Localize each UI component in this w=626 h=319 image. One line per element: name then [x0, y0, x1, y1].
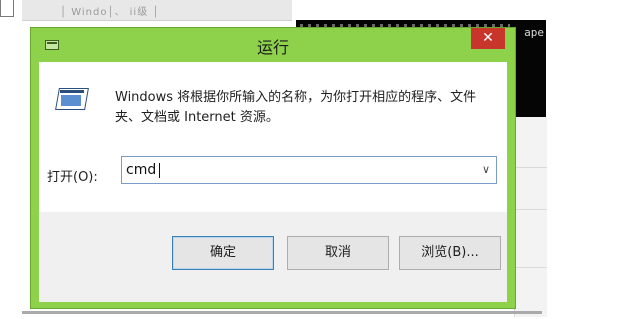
run-icon-bar — [60, 90, 84, 93]
dialog-body: Windows 将根据你所输入的名称，为你打开相应的程序、文件夹、文档或 Int… — [39, 62, 507, 302]
panel-divider — [515, 209, 547, 210]
run-dialog: 运行 ✕ Windows 将根据你所输入的名称，为你打开相应的程序、文件夹、文档… — [30, 27, 516, 309]
background-bottom-bar — [22, 311, 542, 314]
dialog-titlebar[interactable]: 运行 ✕ — [31, 28, 515, 62]
close-icon: ✕ — [482, 30, 494, 46]
dialog-content-area: Windows 将根据你所输入的名称，为你打开相应的程序、文件夹、文档或 Int… — [39, 62, 507, 212]
background-blur-text: │ Windo│、 ii级 │ — [60, 7, 160, 18]
close-button[interactable]: ✕ — [471, 28, 505, 49]
ok-button[interactable]: 确定 — [172, 236, 274, 270]
dialog-description: Windows 将根据你所输入的名称，为你打开相应的程序、文件夹、文档或 Int… — [115, 90, 477, 125]
run-program-icon — [55, 88, 89, 110]
panel-divider — [515, 167, 547, 168]
dialog-title: 运行 — [256, 38, 289, 57]
terminal-text: ape — [524, 26, 544, 39]
background-window-fragment — [0, 0, 14, 17]
browse-button[interactable]: 浏览(B)... — [399, 236, 501, 270]
panel-divider — [515, 267, 547, 268]
run-icon-screen — [61, 95, 81, 106]
chevron-down-icon[interactable]: ∨ — [482, 163, 490, 176]
open-label: 打开(O): — [47, 170, 98, 185]
background-side-panel — [514, 117, 547, 317]
cancel-button[interactable]: 取消 — [287, 236, 389, 270]
text-caret — [159, 163, 160, 178]
background-taskbar-fragment: │ Windo│、 ii级 │ — [22, 0, 292, 21]
command-input-value[interactable]: cmd — [126, 162, 156, 178]
command-input[interactable]: cmd ∨ — [121, 156, 497, 184]
